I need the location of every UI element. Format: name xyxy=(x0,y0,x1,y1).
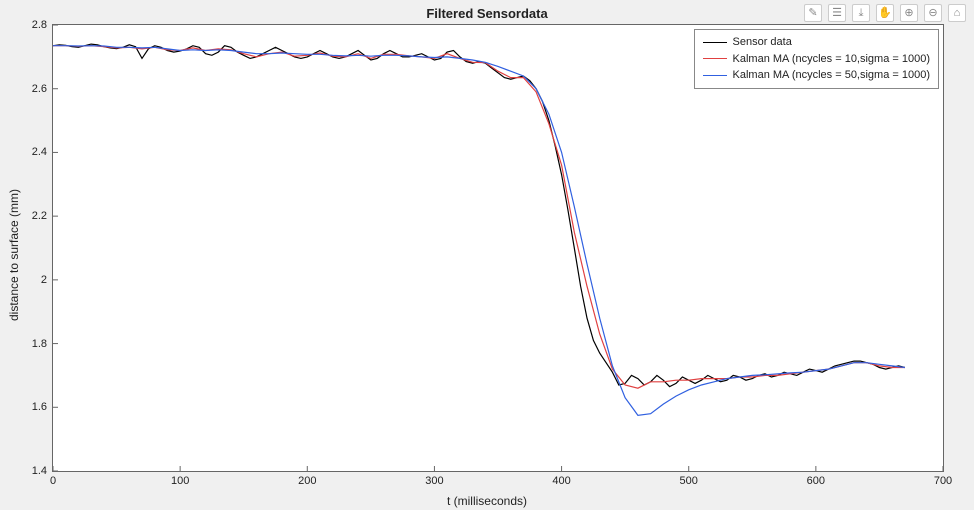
x-tick-label: 400 xyxy=(552,475,570,487)
legend-label: Sensor data xyxy=(733,34,792,51)
y-tick-label: 1.4 xyxy=(32,465,47,477)
chart-title: Filtered Sensordata xyxy=(0,6,974,21)
x-tick-label: 100 xyxy=(171,475,189,487)
y-axis-label: distance to surface (mm) xyxy=(6,0,22,510)
x-tick-label: 500 xyxy=(680,475,698,487)
y-tick-label: 1.8 xyxy=(32,338,47,350)
x-tick-label: 0 xyxy=(50,475,56,487)
legend-entry: Sensor data xyxy=(703,34,930,51)
legend-entry: Kalman MA (ncycles = 10,sigma = 1000) xyxy=(703,51,930,68)
legend-label: Kalman MA (ncycles = 10,sigma = 1000) xyxy=(733,51,930,68)
legend-label: Kalman MA (ncycles = 50,sigma = 1000) xyxy=(733,67,930,84)
x-tick-label: 200 xyxy=(298,475,316,487)
legend-swatch xyxy=(703,75,727,76)
figure-window: ✎ ☰ ⤓ ✋ ⊕ ⊖ ⌂ Filtered Sensordata distan… xyxy=(0,0,974,510)
x-tick-label: 600 xyxy=(807,475,825,487)
y-tick-label: 2.2 xyxy=(32,210,47,222)
legend-swatch xyxy=(703,58,727,59)
series-line xyxy=(53,46,905,416)
line-plot xyxy=(53,25,943,471)
y-tick-label: 2.6 xyxy=(32,83,47,95)
legend-swatch xyxy=(703,42,727,43)
series-line xyxy=(53,46,905,389)
x-axis-label: t (milliseconds) xyxy=(0,494,974,508)
plot-axes: Sensor data Kalman MA (ncycles = 10,sigm… xyxy=(52,24,944,472)
y-tick-label: 2 xyxy=(41,274,47,286)
x-tick-label: 700 xyxy=(934,475,952,487)
y-tick-label: 2.8 xyxy=(32,19,47,31)
legend-entry: Kalman MA (ncycles = 50,sigma = 1000) xyxy=(703,67,930,84)
legend[interactable]: Sensor data Kalman MA (ncycles = 10,sigm… xyxy=(694,29,939,89)
y-tick-label: 1.6 xyxy=(32,401,47,413)
x-tick-label: 300 xyxy=(425,475,443,487)
y-tick-label: 2.4 xyxy=(32,146,47,158)
series-line xyxy=(53,44,905,387)
